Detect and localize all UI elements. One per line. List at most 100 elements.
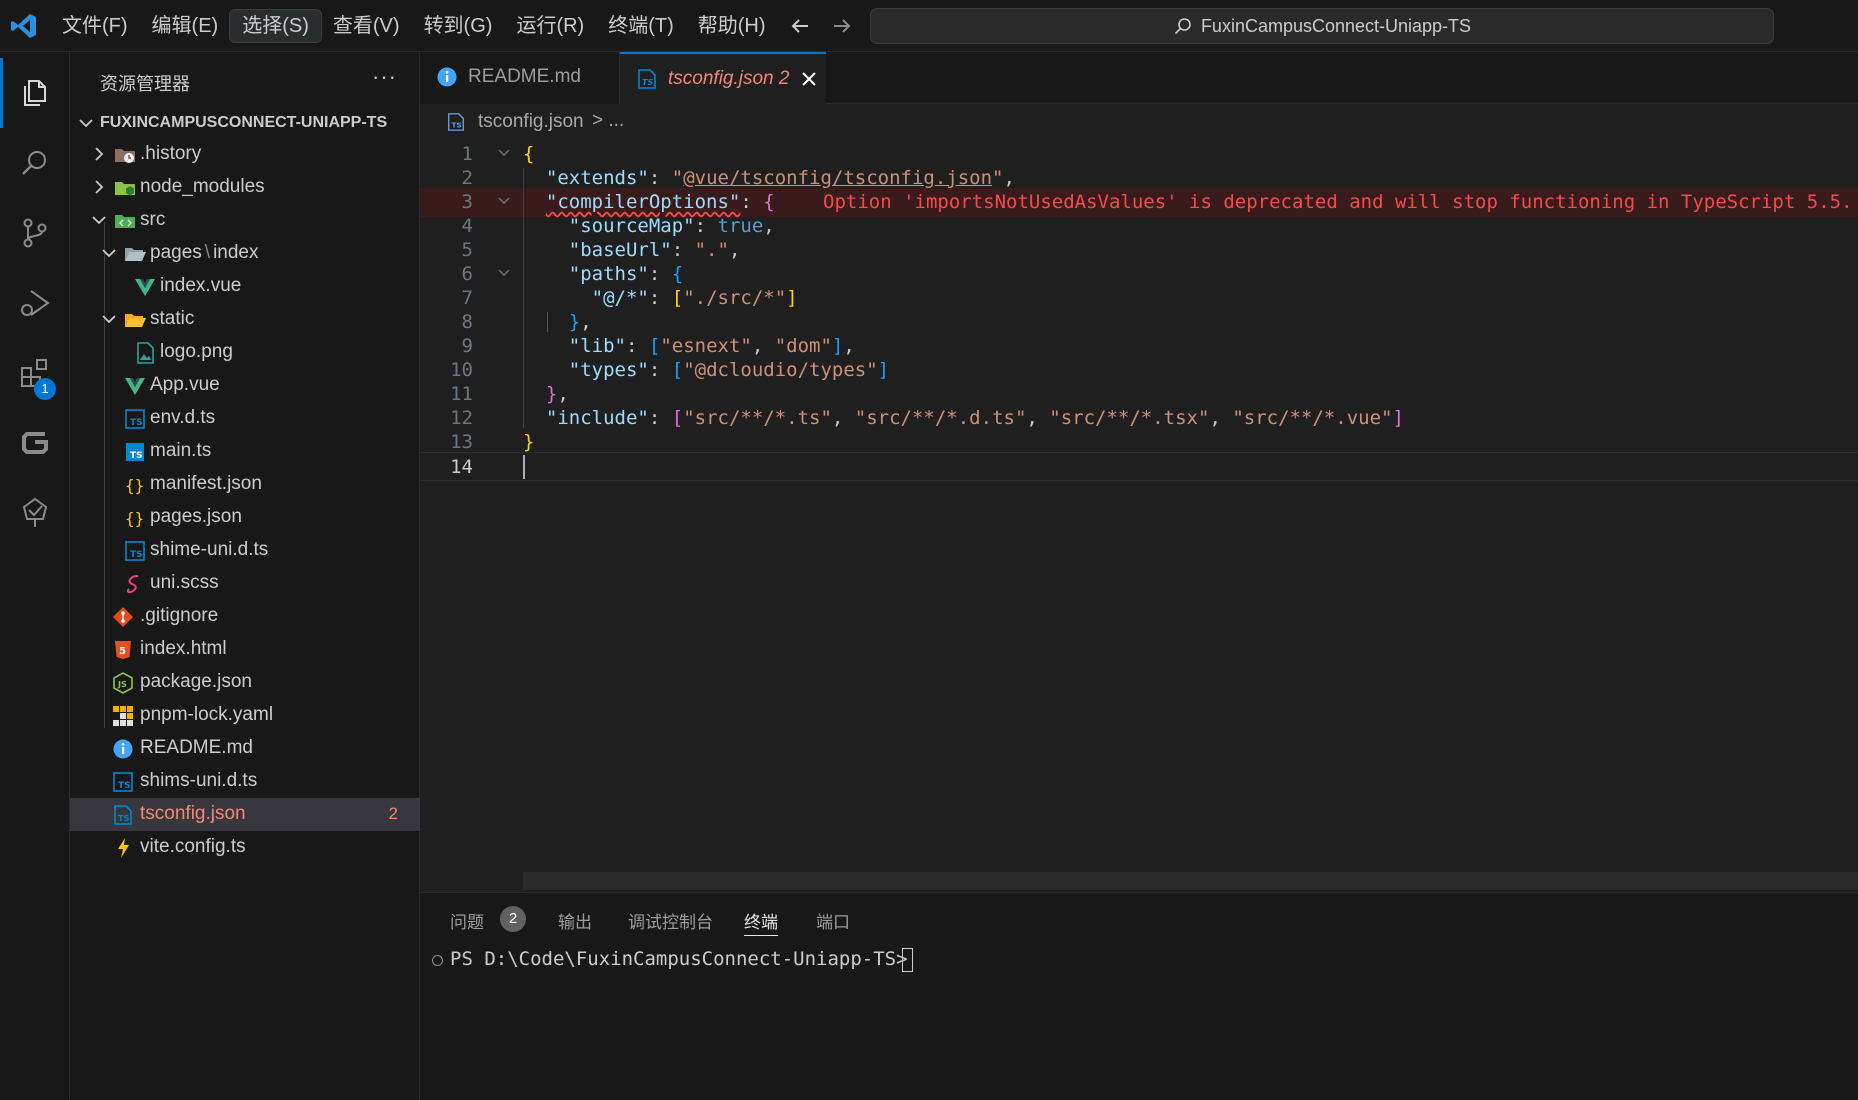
- explorer-activity[interactable]: [0, 58, 70, 128]
- more-actions-button[interactable]: ···: [372, 64, 397, 90]
- tree-item-pages-index[interactable]: pages \ index: [70, 237, 420, 270]
- chevron-down-icon: [79, 119, 93, 128]
- fold-chevron-icon[interactable]: [496, 145, 512, 161]
- chevron-down-icon: [102, 315, 116, 324]
- tree-item-label: shime-uni.d.ts: [150, 539, 269, 560]
- svg-text:TS: TS: [118, 814, 129, 823]
- line-number: 2: [461, 167, 473, 189]
- run-debug-activity[interactable]: [0, 268, 70, 338]
- tree-item-index-html[interactable]: 5 index.html: [70, 633, 420, 666]
- git-icon: [113, 607, 133, 627]
- code-line-current: 14: [420, 452, 1858, 481]
- tree-item-app-vue[interactable]: App.vue: [70, 369, 420, 402]
- tsconfig-icon: TS: [448, 113, 464, 131]
- tree-item-label: node_modules: [140, 176, 265, 197]
- json-icon: {}: [125, 476, 144, 495]
- menu-view[interactable]: 查看(V): [321, 10, 412, 42]
- horizontal-scrollbar[interactable]: [523, 872, 1858, 890]
- terminal-cursor: [902, 948, 913, 972]
- command-center-search[interactable]: FuxinCampusConnect-Uniapp-TS: [870, 8, 1774, 44]
- fold-chevron-icon[interactable]: [496, 265, 512, 281]
- search-activity[interactable]: [0, 128, 70, 198]
- close-icon[interactable]: [798, 68, 820, 90]
- tab-debug-console[interactable]: 调试控制台: [628, 908, 713, 936]
- menu-terminal[interactable]: 终端(T): [596, 10, 686, 42]
- tree-item-vite-config[interactable]: vite.config.ts: [70, 831, 420, 864]
- svg-text:TS: TS: [130, 451, 143, 461]
- workspace-root-folder[interactable]: FUXINCAMPUSCONNECT-UNIAPP-TS: [70, 108, 420, 138]
- vue-icon: [135, 279, 155, 296]
- svg-text:5: 5: [119, 646, 126, 657]
- tab-readme[interactable]: README.md: [420, 52, 620, 104]
- tree-item-src[interactable]: src: [70, 204, 420, 237]
- svg-text:TS: TS: [118, 781, 131, 791]
- tree-item-manifest-json[interactable]: {} manifest.json: [70, 468, 420, 501]
- tree-item-pages-json[interactable]: {} pages.json: [70, 501, 420, 534]
- explorer-title: 资源管理器: [100, 74, 190, 94]
- ts-icon: TS: [126, 443, 144, 461]
- tree-item-package-json[interactable]: JS package.json: [70, 666, 420, 699]
- open-folder-icon: [125, 314, 146, 327]
- tree-item-label: index.html: [140, 638, 227, 659]
- tree-item-history[interactable]: .history: [70, 138, 420, 171]
- tree-item-label: .gitignore: [140, 605, 219, 626]
- menu-run[interactable]: 运行(R): [504, 10, 596, 42]
- menu-selection[interactable]: 选择(S): [229, 9, 322, 43]
- tree-item-logo-png[interactable]: logo.png: [70, 336, 420, 369]
- image-icon: [137, 342, 154, 364]
- extensions-activity[interactable]: 1: [0, 338, 70, 408]
- tab-terminal[interactable]: 终端: [744, 908, 778, 936]
- menu-file[interactable]: 文件(F): [50, 10, 140, 42]
- html-icon: 5: [115, 641, 131, 659]
- tree-item-index-vue[interactable]: index.vue: [70, 270, 420, 303]
- tree-item-gitignore[interactable]: .gitignore: [70, 600, 420, 633]
- file-tree: .history node_modules src pages \ index in…: [70, 138, 420, 864]
- tab-tsconfig[interactable]: TS tsconfig.json 2: [620, 52, 826, 104]
- tree-item-env-d-ts[interactable]: TS env.d.ts: [70, 402, 420, 435]
- tree-item-label: main.ts: [150, 440, 212, 461]
- breadcrumb-file[interactable]: tsconfig.json: [478, 111, 584, 133]
- tree-item-uni-scss[interactable]: uni.scss: [70, 567, 420, 600]
- extensions-badge: 1: [34, 378, 56, 400]
- arrow-right-icon[interactable]: [828, 12, 856, 40]
- breadcrumb-rest[interactable]: > ...: [592, 110, 624, 132]
- tree-item-node-modules[interactable]: node_modules: [70, 171, 420, 204]
- tree-item-shime-uni-d-ts[interactable]: TS shime-uni.d.ts: [70, 534, 420, 567]
- terminal-prompt[interactable]: PS D:\Code\FuxinCampusConnect-Uniapp-TS>: [450, 948, 908, 970]
- tree-item-pnpm-lock[interactable]: pnpm-lock.yaml: [70, 699, 420, 732]
- tree-item-shims-uni-d-ts[interactable]: TS shims-uni.d.ts: [70, 765, 420, 798]
- tree-item-readme[interactable]: README.md: [70, 732, 420, 765]
- tree-item-label: vite.config.ts: [140, 836, 246, 857]
- menu-help[interactable]: 帮助(H): [686, 10, 778, 42]
- tree-item-label: tsconfig.json: [140, 803, 246, 824]
- text-caret: [523, 455, 525, 479]
- vscode-logo-icon: [11, 14, 36, 38]
- chevron-down-icon: [102, 249, 116, 258]
- tree-item-main-ts[interactable]: TS main.ts: [70, 435, 420, 468]
- menu-go[interactable]: 转到(G): [412, 10, 505, 42]
- source-control-activity[interactable]: [0, 198, 70, 268]
- remote-activity[interactable]: [0, 478, 70, 548]
- tree-item-static[interactable]: static: [70, 303, 420, 336]
- gitlens-activity[interactable]: [0, 408, 70, 478]
- line-number: 3: [461, 191, 473, 213]
- code-editor[interactable]: 1 { 2 "extends": "@vue/tsconfig/tsconfig…: [420, 140, 1858, 892]
- tab-ports[interactable]: 端口: [816, 908, 850, 936]
- chevron-right-icon: [95, 180, 104, 194]
- indent-guide: [547, 312, 548, 332]
- files-icon: [24, 80, 46, 106]
- tab-problems[interactable]: 问题: [450, 908, 484, 936]
- tree-item-label: shims-uni.d.ts: [140, 770, 258, 791]
- line-number: 7: [461, 287, 473, 309]
- tree-item-label: pages.json: [150, 506, 242, 527]
- breadcrumb: TS tsconfig.json > ...: [420, 104, 1858, 140]
- menu-bar: 文件(F) 编辑(E) 选择(S) 查看(V) 转到(G) 运行(R) 终端(T…: [50, 9, 778, 43]
- arrow-left-icon[interactable]: [786, 12, 814, 40]
- open-folder-icon: [125, 248, 146, 261]
- tab-output[interactable]: 输出: [558, 908, 592, 936]
- tree-item-tsconfig[interactable]: TS tsconfig.json 2: [70, 798, 420, 831]
- line-number: 5: [461, 239, 473, 261]
- ts-def-icon: TS: [113, 772, 133, 792]
- menu-edit[interactable]: 编辑(E): [140, 10, 231, 42]
- fold-chevron-icon[interactable]: [496, 193, 512, 209]
